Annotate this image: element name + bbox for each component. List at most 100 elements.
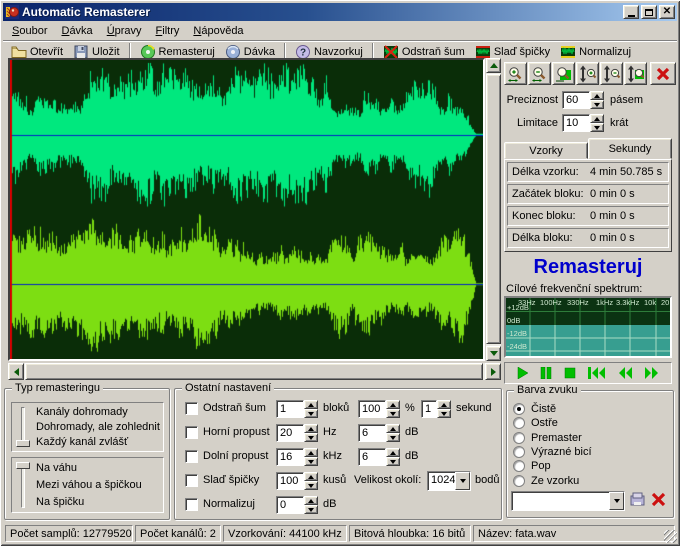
slad-spicky-checkbox[interactable] xyxy=(185,474,198,487)
spin-up-button[interactable] xyxy=(386,400,400,409)
zoom-out-horizontal-button[interactable] xyxy=(528,62,551,85)
radio-ze-vzorku-label[interactable]: Ze vzorku xyxy=(531,475,579,487)
normalizuj-checkbox[interactable] xyxy=(185,498,198,511)
pause-button[interactable] xyxy=(540,367,552,379)
title-bar[interactable]: Automatic Remasterer ✕ xyxy=(3,3,677,21)
radio-premaster[interactable] xyxy=(513,432,525,444)
zoom-in-horizontal-button[interactable] xyxy=(504,62,527,85)
spin-down-button[interactable] xyxy=(386,409,400,418)
target-spectrum-display[interactable]: 33Hz 100Hz 330Hz 1kHz 3.3kHz 10k 20 +12d… xyxy=(504,296,672,358)
close-file-button[interactable] xyxy=(650,62,676,85)
horni-db-input[interactable]: 6 xyxy=(358,424,386,442)
radio-pop-label[interactable]: Pop xyxy=(531,460,551,472)
scroll-right-button[interactable] xyxy=(485,363,501,380)
hscroll-thumb[interactable] xyxy=(25,363,483,380)
sound-color-radio[interactable] xyxy=(513,432,525,444)
spin-up-button[interactable] xyxy=(304,400,318,409)
percent-input[interactable]: 100 xyxy=(358,400,386,418)
sound-color-radio[interactable] xyxy=(513,417,525,429)
tab-vzorky[interactable]: Vzorky xyxy=(504,142,588,159)
menu-napoveda[interactable]: Nápověda xyxy=(186,23,250,39)
remaster-main-button[interactable]: Remasteruj xyxy=(504,254,672,281)
spin-up-button[interactable] xyxy=(304,496,318,505)
sound-color-radio[interactable] xyxy=(513,403,525,415)
scroll-left-button[interactable] xyxy=(8,363,24,380)
menu-filtry[interactable]: Filtry xyxy=(149,23,187,39)
zoom-in-vertical-button[interactable] xyxy=(576,62,599,85)
channel-mode-slider-handle[interactable] xyxy=(16,440,30,447)
radio-ze-vzorku[interactable] xyxy=(513,475,525,487)
spin-up-button[interactable] xyxy=(386,448,400,457)
sound-color-radio[interactable] xyxy=(513,475,525,487)
radio-ostre[interactable] xyxy=(513,417,525,429)
spin-down-button[interactable] xyxy=(386,433,400,442)
minimize-button[interactable] xyxy=(623,5,639,19)
weight-mode-slider-handle[interactable] xyxy=(16,462,30,469)
sound-color-radio[interactable] xyxy=(513,446,525,458)
limitace-input[interactable]: 10 xyxy=(562,114,590,132)
preciznost-input[interactable]: 60 xyxy=(562,91,590,109)
option-na-vahu[interactable]: Na váhu xyxy=(36,462,77,474)
waveform-canvas[interactable] xyxy=(10,60,483,359)
save-preset-button[interactable] xyxy=(629,492,646,508)
zoom-fit-vertical-button[interactable] xyxy=(624,62,647,85)
radio-ciste-label[interactable]: Čistě xyxy=(531,403,556,415)
odstran-sum-checkbox[interactable] xyxy=(185,402,198,415)
stop-button[interactable] xyxy=(564,367,576,379)
preset-combo[interactable] xyxy=(511,491,625,511)
weight-mode-slider-track[interactable] xyxy=(21,463,25,508)
radio-ciste[interactable] xyxy=(513,403,525,415)
radio-ostre-label[interactable]: Ostře xyxy=(531,417,558,429)
bloku-input[interactable]: 1 xyxy=(276,400,304,418)
spin-down-button[interactable] xyxy=(304,433,318,442)
option-mezi-vahou[interactable]: Mezi váhou a špičkou xyxy=(36,479,142,491)
option-na-spicku[interactable]: Na špičku xyxy=(36,496,84,508)
spin-down-button[interactable] xyxy=(304,457,318,466)
close-button[interactable]: ✕ xyxy=(659,5,675,19)
dolni-db-input[interactable]: 6 xyxy=(358,448,386,466)
kusu-input[interactable]: 100 xyxy=(276,472,304,490)
maximize-button[interactable] xyxy=(641,5,657,19)
menu-soubor[interactable]: Soubor xyxy=(5,23,54,39)
spin-up-button[interactable] xyxy=(304,424,318,433)
waveform-vscrollbar[interactable] xyxy=(486,58,501,361)
spin-down-button[interactable] xyxy=(304,481,318,490)
combo-dropdown-button[interactable] xyxy=(455,472,470,490)
sekund-input[interactable]: 1 xyxy=(421,400,437,418)
delete-preset-button[interactable] xyxy=(650,491,667,508)
option-kanaly-dohromady[interactable]: Kanály dohromady xyxy=(36,406,128,418)
menu-davka[interactable]: Dávka xyxy=(54,23,99,39)
rewind-button[interactable] xyxy=(618,367,633,379)
zoom-fit-horizontal-button[interactable] xyxy=(552,62,575,85)
dolni-propust-checkbox[interactable] xyxy=(185,450,198,463)
spin-down-button[interactable] xyxy=(386,457,400,466)
radio-pop[interactable] xyxy=(513,460,525,472)
spin-down-button[interactable] xyxy=(304,505,318,514)
sound-color-radio[interactable] xyxy=(513,460,525,472)
horni-hz-input[interactable]: 20 xyxy=(276,424,304,442)
spin-up-button[interactable] xyxy=(304,448,318,457)
resize-grip[interactable] xyxy=(664,530,677,543)
spin-down-button[interactable] xyxy=(590,100,604,109)
option-dohromady-zohlednit[interactable]: Dohromady, ale zohlednit xyxy=(36,421,160,433)
skip-start-button[interactable] xyxy=(588,367,606,379)
normalizuj-db-input[interactable]: 0 xyxy=(276,496,304,514)
zoom-out-vertical-button[interactable] xyxy=(600,62,623,85)
spin-down-button[interactable] xyxy=(437,409,451,418)
waveform-hscrollbar[interactable] xyxy=(8,363,501,380)
play-button[interactable] xyxy=(517,367,529,379)
radio-vyrazne-bici-label[interactable]: Výrazné bicí xyxy=(531,446,592,458)
radio-premaster-label[interactable]: Premaster xyxy=(531,432,582,444)
spin-up-button[interactable] xyxy=(304,472,318,481)
spin-down-button[interactable] xyxy=(590,123,604,132)
dolni-khz-input[interactable]: 16 xyxy=(276,448,304,466)
spin-up-button[interactable] xyxy=(590,114,604,123)
forward-button[interactable] xyxy=(644,367,659,379)
option-kazdy-kanal[interactable]: Každý kanál zvlášť xyxy=(36,436,128,448)
waveform-display[interactable] xyxy=(8,58,485,361)
vscroll-thumb[interactable] xyxy=(486,74,501,344)
spin-up-button[interactable] xyxy=(437,400,451,409)
scroll-down-button[interactable] xyxy=(486,346,501,361)
radio-vyrazne-bici[interactable] xyxy=(513,446,525,458)
combo-dropdown-button[interactable] xyxy=(609,492,624,510)
